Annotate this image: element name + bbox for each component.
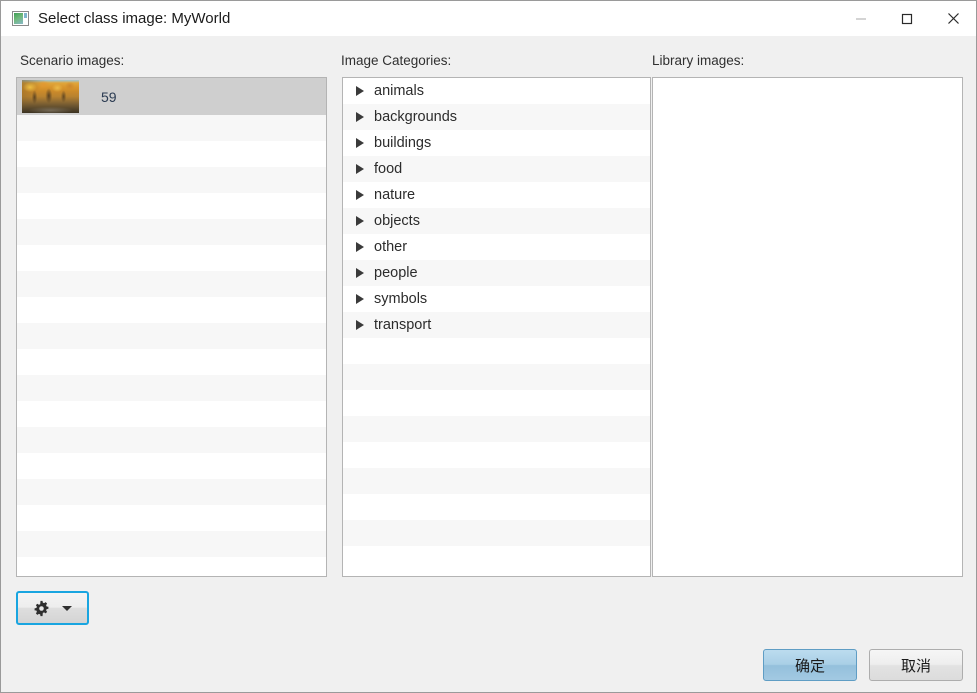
- category-rows: animals backgrounds buildings food nature obj…: [343, 78, 650, 576]
- category-item-label: food: [374, 161, 402, 177]
- category-item-people[interactable]: people: [343, 260, 650, 286]
- scenario-empty-row: [17, 427, 326, 453]
- title-bar: Select class image: MyWorld: [1, 1, 976, 36]
- chevron-right-icon[interactable]: [356, 164, 364, 174]
- minimize-button[interactable]: [838, 1, 884, 36]
- category-item-buildings[interactable]: buildings: [343, 130, 650, 156]
- library-rows: [653, 78, 962, 576]
- scenario-empty-row: [17, 505, 326, 531]
- chevron-right-icon[interactable]: [356, 242, 364, 252]
- category-item-label: nature: [374, 187, 415, 203]
- scenario-empty-row: [17, 297, 326, 323]
- scenario-empty-row: [17, 479, 326, 505]
- ok-button[interactable]: 确定: [763, 649, 857, 681]
- category-item-label: transport: [374, 317, 431, 333]
- close-icon: [947, 12, 960, 25]
- chevron-down-icon: [62, 606, 72, 611]
- category-item-label: animals: [374, 83, 424, 99]
- category-empty-row: [343, 520, 650, 546]
- category-item-backgrounds[interactable]: backgrounds: [343, 104, 650, 130]
- chevron-right-icon[interactable]: [356, 86, 364, 96]
- scenario-empty-row: [17, 141, 326, 167]
- image-icon: [12, 11, 29, 26]
- minimize-icon: [855, 13, 867, 25]
- scenario-thumbnail: [22, 80, 79, 113]
- category-item-other[interactable]: other: [343, 234, 650, 260]
- gear-icon: [33, 600, 50, 617]
- scenario-empty-row: [17, 375, 326, 401]
- select-class-image-dialog: Select class image: MyWorld Scenario ima…: [0, 0, 977, 693]
- maximize-icon: [901, 13, 913, 25]
- category-item-label: buildings: [374, 135, 431, 151]
- category-item-animals[interactable]: animals: [343, 78, 650, 104]
- chevron-right-icon[interactable]: [356, 190, 364, 200]
- image-categories-label: Image Categories:: [341, 53, 451, 68]
- library-images-label: Library images:: [652, 53, 744, 68]
- category-empty-row: [343, 494, 650, 520]
- category-empty-row: [343, 364, 650, 390]
- maximize-button[interactable]: [884, 1, 930, 36]
- category-item-label: backgrounds: [374, 109, 457, 125]
- chevron-right-icon[interactable]: [356, 216, 364, 226]
- scenario-empty-row: [17, 271, 326, 297]
- category-empty-row: [343, 416, 650, 442]
- window-title: Select class image: MyWorld: [38, 1, 230, 36]
- scenario-item-label: 59: [101, 89, 117, 105]
- category-item-label: objects: [374, 213, 420, 229]
- scenario-rows: 59: [17, 78, 326, 576]
- category-item-symbols[interactable]: symbols: [343, 286, 650, 312]
- scenario-images-list[interactable]: 59: [16, 77, 327, 577]
- category-empty-row: [343, 338, 650, 364]
- library-images-list[interactable]: [652, 77, 963, 577]
- close-button[interactable]: [930, 1, 976, 36]
- scenario-empty-row: [17, 401, 326, 427]
- scenario-empty-row: [17, 193, 326, 219]
- category-empty-row: [343, 468, 650, 494]
- scenario-empty-row: [17, 453, 326, 479]
- category-empty-row: [343, 390, 650, 416]
- chevron-right-icon[interactable]: [356, 112, 364, 122]
- scenario-empty-row: [17, 115, 326, 141]
- chevron-right-icon[interactable]: [356, 294, 364, 304]
- scenario-empty-row: [17, 323, 326, 349]
- chevron-right-icon[interactable]: [356, 320, 364, 330]
- options-gear-button[interactable]: [16, 591, 89, 625]
- scenario-empty-row: [17, 167, 326, 193]
- chevron-right-icon[interactable]: [356, 268, 364, 278]
- scenario-empty-row: [17, 219, 326, 245]
- scenario-images-label: Scenario images:: [20, 53, 124, 68]
- scenario-empty-row: [17, 349, 326, 375]
- scenario-list-item[interactable]: 59: [17, 78, 326, 115]
- category-item-objects[interactable]: objects: [343, 208, 650, 234]
- category-item-label: symbols: [374, 291, 427, 307]
- chevron-right-icon[interactable]: [356, 138, 364, 148]
- image-categories-tree[interactable]: animals backgrounds buildings food nature obj…: [342, 77, 651, 577]
- category-item-nature[interactable]: nature: [343, 182, 650, 208]
- cancel-button[interactable]: 取消: [869, 649, 963, 681]
- scenario-empty-row: [17, 531, 326, 557]
- window-controls: [838, 1, 976, 36]
- category-empty-row: [343, 442, 650, 468]
- category-item-label: people: [374, 265, 418, 281]
- category-item-transport[interactable]: transport: [343, 312, 650, 338]
- category-item-label: other: [374, 239, 407, 255]
- category-item-food[interactable]: food: [343, 156, 650, 182]
- scenario-empty-row: [17, 245, 326, 271]
